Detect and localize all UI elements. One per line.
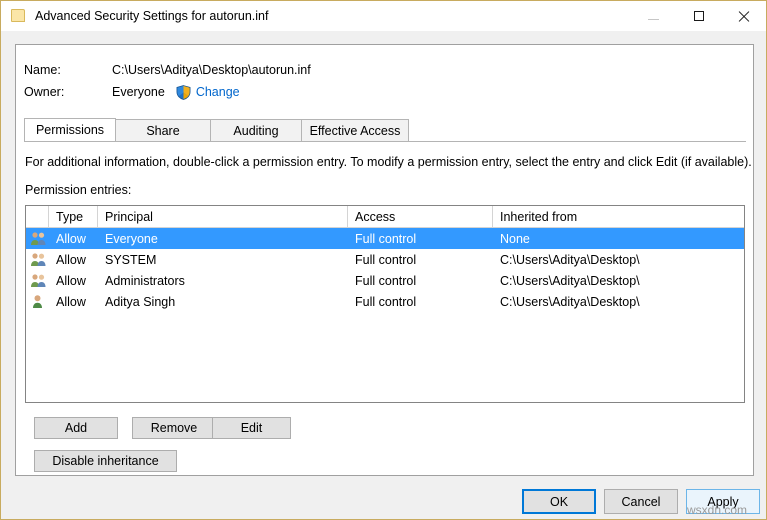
row-principal: Administrators	[98, 270, 348, 291]
row-principal: Aditya Singh	[98, 291, 348, 312]
name-value: C:\Users\Aditya\Desktop\autorun.inf	[112, 63, 311, 77]
folder-icon	[11, 8, 27, 24]
advanced-security-settings-window: Advanced Security Settings for autorun.i…	[0, 0, 767, 520]
cancel-button[interactable]: Cancel	[604, 489, 678, 514]
row-principal: Everyone	[98, 228, 348, 249]
column-header-access[interactable]: Access	[348, 206, 493, 228]
maximize-button[interactable]	[676, 1, 721, 31]
minimize-icon	[648, 13, 659, 20]
column-header-icon[interactable]	[26, 206, 49, 228]
close-icon	[738, 11, 749, 22]
tab-permissions-label: Permissions	[36, 123, 104, 137]
add-button-label: Add	[65, 421, 87, 435]
permission-entries-label: Permission entries:	[25, 183, 131, 197]
remove-button[interactable]: Remove	[132, 417, 216, 439]
file-info-block: Name: C:\Users\Aditya\Desktop\autorun.in…	[24, 59, 744, 103]
tab-effective-access-label: Effective Access	[310, 124, 401, 138]
table-row[interactable]: Allow SYSTEM Full control C:\Users\Adity…	[26, 249, 744, 270]
column-header-principal[interactable]: Principal	[98, 206, 348, 228]
row-type: Allow	[49, 270, 98, 291]
watermark-text: wsxdn.com	[687, 503, 747, 517]
cancel-button-label: Cancel	[622, 495, 661, 509]
remove-button-label: Remove	[151, 421, 198, 435]
row-access: Full control	[348, 228, 493, 249]
add-button[interactable]: Add	[34, 417, 118, 439]
row-inherited-from: C:\Users\Aditya\Desktop\	[493, 270, 744, 291]
disable-inheritance-button-label: Disable inheritance	[52, 454, 158, 468]
table-row[interactable]: Allow Aditya Singh Full control C:\Users…	[26, 291, 744, 312]
row-inherited-from: C:\Users\Aditya\Desktop\	[493, 291, 744, 312]
uac-shield-icon	[176, 85, 191, 100]
ok-button[interactable]: OK	[522, 489, 596, 514]
permission-entries-list[interactable]: Type Principal Access Inherited from	[25, 205, 745, 403]
row-icon-cell	[26, 228, 49, 249]
instruction-text: For additional information, double-click…	[25, 155, 752, 169]
row-type: Allow	[49, 249, 98, 270]
tab-share[interactable]: Share	[115, 119, 211, 141]
column-header-type[interactable]: Type	[49, 206, 98, 228]
row-icon-cell	[26, 291, 49, 312]
window-controls	[631, 1, 766, 31]
group-icon	[30, 252, 47, 267]
owner-value: Everyone	[112, 85, 165, 99]
title-bar[interactable]: Advanced Security Settings for autorun.i…	[1, 1, 766, 31]
tab-auditing[interactable]: Auditing	[210, 119, 302, 141]
tab-effective-access[interactable]: Effective Access	[301, 119, 409, 141]
group-icon	[30, 273, 47, 288]
user-icon	[30, 294, 47, 309]
name-row: Name: C:\Users\Aditya\Desktop\autorun.in…	[24, 59, 744, 81]
row-principal: SYSTEM	[98, 249, 348, 270]
owner-row: Owner: Everyone Change	[24, 81, 744, 103]
row-icon-cell	[26, 270, 49, 291]
owner-label: Owner:	[24, 85, 112, 99]
column-header-inherited-from[interactable]: Inherited from	[493, 206, 744, 228]
list-header: Type Principal Access Inherited from	[26, 206, 744, 228]
table-row[interactable]: Allow Administrators Full control C:\Use…	[26, 270, 744, 291]
change-owner-link[interactable]: Change	[196, 85, 240, 99]
disable-inheritance-button[interactable]: Disable inheritance	[34, 450, 177, 472]
row-inherited-from: C:\Users\Aditya\Desktop\	[493, 249, 744, 270]
close-button[interactable]	[721, 1, 766, 31]
ok-button-label: OK	[550, 495, 568, 509]
row-icon-cell	[26, 249, 49, 270]
tab-share-label: Share	[146, 124, 179, 138]
tab-permissions[interactable]: Permissions	[24, 118, 116, 141]
content-panel: Name: C:\Users\Aditya\Desktop\autorun.in…	[15, 44, 754, 476]
row-access: Full control	[348, 249, 493, 270]
tab-auditing-label: Auditing	[233, 124, 278, 138]
window-title: Advanced Security Settings for autorun.i…	[35, 9, 268, 23]
edit-button[interactable]: Edit	[212, 417, 291, 439]
row-access: Full control	[348, 270, 493, 291]
name-label: Name:	[24, 63, 112, 77]
tab-strip: Permissions Share Auditing Effective Acc…	[24, 119, 746, 142]
row-type: Allow	[49, 291, 98, 312]
table-row[interactable]: Allow Everyone Full control None	[26, 228, 744, 249]
row-access: Full control	[348, 291, 493, 312]
minimize-button[interactable]	[631, 1, 676, 31]
group-icon	[30, 231, 47, 246]
maximize-icon	[694, 11, 704, 21]
row-type: Allow	[49, 228, 98, 249]
dialog-footer: OK Cancel Apply	[1, 484, 766, 519]
row-inherited-from: None	[493, 228, 744, 249]
edit-button-label: Edit	[241, 421, 263, 435]
